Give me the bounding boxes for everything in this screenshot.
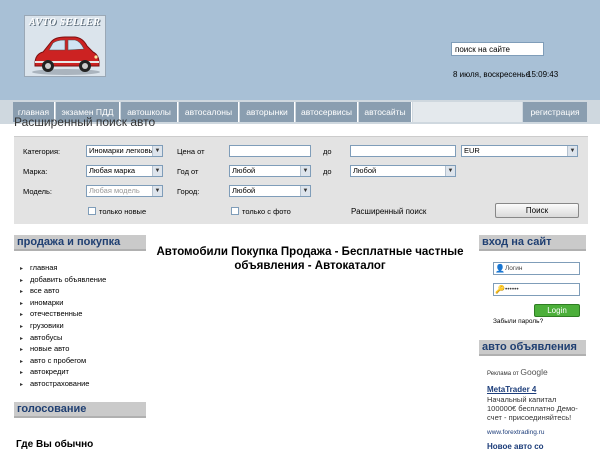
- nav-item-register[interactable]: регистрация: [523, 102, 587, 122]
- year-from-select[interactable]: Любой ▼: [229, 165, 311, 177]
- password-mask: ••••••: [505, 286, 519, 293]
- sales-heading: продажа и покупка: [14, 235, 146, 251]
- menu-item-new-cars[interactable]: ▸ новые авто: [16, 343, 146, 355]
- model-select[interactable]: Любая модель ▼: [86, 185, 163, 197]
- logo-text: AVTO SELLER: [29, 17, 101, 28]
- ads-by-google-label[interactable]: Реклама от Google: [487, 367, 548, 377]
- user-icon: 👤: [495, 264, 505, 273]
- poll-heading: голосование: [14, 402, 146, 418]
- sales-menu: ▸ главная ▸ добавить объявление ▸ все авто …: [16, 262, 146, 390]
- nav-item-car-markets[interactable]: авторынки: [240, 102, 295, 122]
- nav-item-car-sites[interactable]: автосайты: [359, 102, 412, 122]
- menu-item-car-insurance[interactable]: ▸ автострахование: [16, 378, 146, 390]
- chevron-down-icon: ▼: [445, 166, 455, 176]
- chevron-down-icon: ▼: [152, 146, 162, 156]
- price-from-input[interactable]: [229, 145, 311, 157]
- city-label: Город:: [177, 187, 200, 196]
- ad-text: Начальный капитал 100000€ бесплатно Демо…: [487, 395, 578, 422]
- nav-spacer: [413, 102, 522, 122]
- current-date: 8 июля, воскресенье: [453, 70, 530, 79]
- chevron-down-icon: ▼: [567, 146, 577, 156]
- nav-item-car-services[interactable]: автосервисы: [296, 102, 358, 122]
- chevron-down-icon: ▼: [300, 166, 310, 176]
- with-photo-label: только с фото: [242, 207, 291, 216]
- ad-url[interactable]: www.forextrading.ru: [487, 429, 544, 436]
- nav-item-car-dealers[interactable]: автосалоны: [179, 102, 239, 122]
- category-select[interactable]: Иномарки легковы ▼: [86, 145, 163, 157]
- site-search-input[interactable]: [451, 42, 544, 56]
- login-placeholder: Логин: [505, 265, 523, 272]
- login-input[interactable]: 👤 Логин: [493, 262, 580, 275]
- page-title: Автомобили Покупка Продажа - Бесплатные …: [156, 246, 464, 272]
- brand-label: Марка:: [23, 167, 48, 176]
- login-button[interactable]: Login: [534, 304, 580, 317]
- city-select[interactable]: Любой ▼: [229, 185, 311, 197]
- year-from-label: Год от: [177, 167, 199, 176]
- password-input[interactable]: 🔑 ••••••: [493, 283, 580, 296]
- ads-heading: авто объявления: [479, 340, 586, 356]
- price-to-label: до: [323, 147, 332, 156]
- car-logo-icon: [32, 36, 100, 75]
- ad-title[interactable]: Новое авто со: [487, 442, 544, 450]
- menu-item-all-cars[interactable]: ▸ все авто: [16, 285, 146, 297]
- year-to-label: до: [323, 167, 332, 176]
- menu-item-trucks[interactable]: ▸ грузовики: [16, 320, 146, 332]
- category-label: Категория:: [23, 147, 61, 156]
- ad-title[interactable]: MetaTrader 4: [487, 385, 536, 394]
- model-label: Модель:: [23, 187, 53, 196]
- year-to-select[interactable]: Любой ▼: [350, 165, 456, 177]
- only-new-label: только новые: [99, 207, 147, 216]
- currency-value: EUR: [464, 146, 480, 155]
- chevron-down-icon: ▼: [152, 186, 162, 196]
- menu-item-add-ad[interactable]: ▸ добавить объявление: [16, 274, 146, 286]
- arrow-right-icon: ▸: [20, 381, 24, 388]
- site-header: AVTO SELLER 8 июля, воскресенье 15:09:43: [0, 0, 600, 100]
- year-from-value: Любой: [232, 166, 256, 175]
- price-from-label: Цена от: [177, 147, 205, 156]
- with-photo-checkbox[interactable]: [231, 207, 239, 215]
- chevron-down-icon: ▼: [300, 186, 310, 196]
- menu-item-foreign-cars[interactable]: ▸ иномарки: [16, 297, 146, 309]
- price-to-input[interactable]: [350, 145, 456, 157]
- year-to-value: Любой: [353, 166, 377, 175]
- chevron-down-icon: ▼: [152, 166, 162, 176]
- menu-item-car-credit[interactable]: ▸ автокредит: [16, 366, 146, 378]
- only-new-checkbox[interactable]: [88, 207, 96, 215]
- advanced-search-title: Расширенный поиск авто: [14, 115, 156, 129]
- model-value: Любая модель: [89, 186, 140, 195]
- menu-item-home[interactable]: ▸ главная: [16, 262, 146, 274]
- search-button[interactable]: Поиск: [495, 203, 579, 218]
- currency-select[interactable]: EUR ▼: [461, 145, 578, 157]
- city-value: Любой: [232, 186, 256, 195]
- advanced-search-link[interactable]: Расширенный поиск: [351, 207, 426, 216]
- key-icon: 🔑: [495, 285, 505, 294]
- forgot-password-link[interactable]: Забыли пароль?: [493, 318, 543, 325]
- menu-item-buses[interactable]: ▸ автобусы: [16, 332, 146, 344]
- category-value: Иномарки легковы: [89, 146, 154, 155]
- brand-value: Любая марка: [89, 166, 136, 175]
- site-logo[interactable]: AVTO SELLER: [24, 15, 106, 77]
- menu-item-used-cars[interactable]: ▸ авто с пробегом: [16, 355, 146, 367]
- menu-item-domestic-cars[interactable]: ▸ отечественные: [16, 308, 146, 320]
- brand-select[interactable]: Любая марка ▼: [86, 165, 163, 177]
- poll-question: Где Вы обычно: [16, 439, 94, 450]
- login-heading: вход на сайт: [479, 235, 586, 251]
- current-time: 15:09:43: [527, 70, 559, 79]
